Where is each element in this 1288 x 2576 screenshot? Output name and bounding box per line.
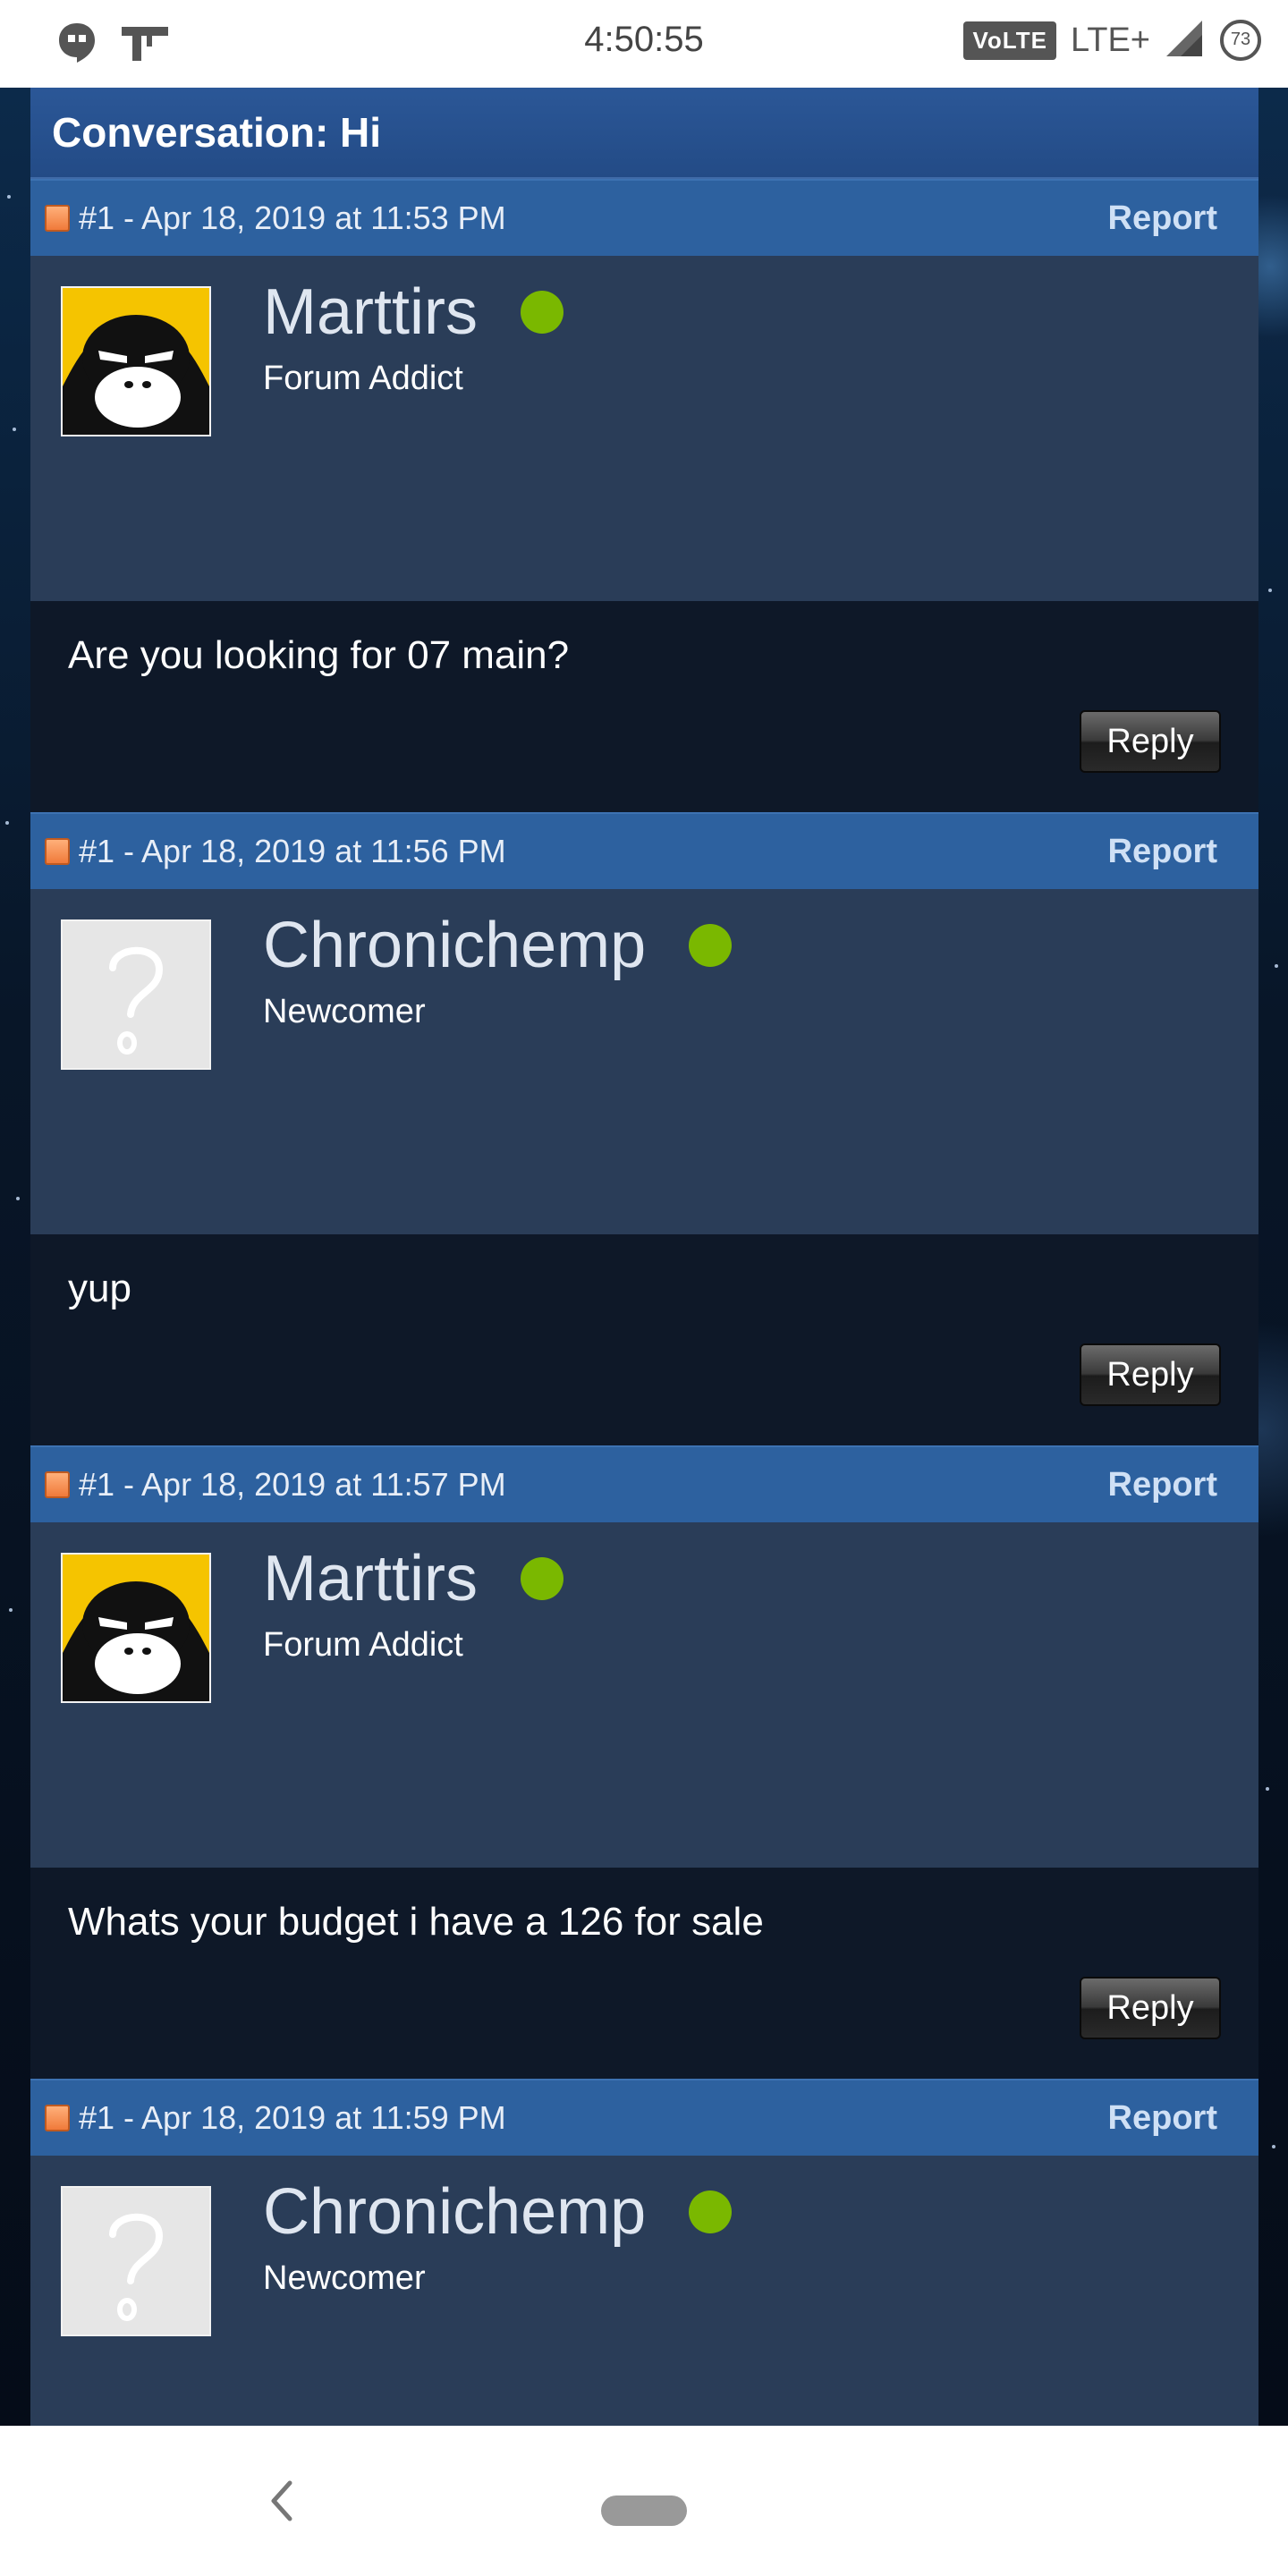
post-meta: #1 - Apr 18, 2019 at 11:59 PM [79,2099,506,2136]
username[interactable]: Marttirs [263,275,478,349]
user-title: Forum Addict [263,360,463,397]
conversation-panel: Conversation: Hi #1 - Apr 18, 2019 at 11… [30,88,1258,2426]
report-link[interactable]: Report [1108,1447,1217,1522]
online-status-icon [689,2190,733,2233]
post-header: #1 - Apr 18, 2019 at 11:56 PM Report [30,812,1258,889]
username[interactable]: Marttirs [263,1542,478,1615]
post-meta: #1 - Apr 18, 2019 at 11:56 PM [79,833,506,869]
online-status-icon [520,1557,564,1600]
post-header: #1 - Apr 18, 2019 at 11:53 PM Report [30,179,1258,256]
post-user-info: Marttirs Forum Addict [30,1522,1258,1868]
reply-button[interactable]: Reply [1080,1977,1221,2039]
post-icon [45,1471,70,1498]
post-icon [45,838,70,865]
question-mark-avatar[interactable] [61,2186,211,2336]
conversation-title: Conversation: Hi [30,88,1258,179]
online-status-icon [520,291,564,334]
post-user-info: Chronichemp Newcomer [30,889,1258,1234]
reply-button[interactable]: Reply [1080,710,1221,773]
gorilla-avatar[interactable] [61,1553,211,1703]
post-icon [45,2105,70,2131]
post-message: Are you looking for 07 main? [68,633,570,677]
username[interactable]: Chronichemp [263,909,646,982]
message-post: #1 - Apr 18, 2019 at 11:53 PM Report Mar… [30,179,1258,812]
back-icon[interactable] [265,2476,297,2530]
gorilla-avatar[interactable] [61,286,211,436]
post-meta: #1 - Apr 18, 2019 at 11:57 PM [79,1466,506,1503]
message-post: #1 - Apr 18, 2019 at 11:56 PM Report Chr… [30,812,1258,1445]
navigation-bar [0,2426,1288,2576]
post-body: Are you looking for 07 main? Reply [30,601,1258,812]
post-body: yup Reply [30,1234,1258,1445]
message-post: #1 - Apr 18, 2019 at 11:59 PM Report Chr… [30,2079,1258,2426]
online-status-icon [689,924,733,967]
post-message: Whats your budget i have a 126 for sale [68,1900,764,1944]
post-meta: #1 - Apr 18, 2019 at 11:53 PM [79,199,506,236]
battery-icon: 73 [1218,18,1263,63]
home-pill-icon[interactable] [601,2496,687,2526]
reply-button[interactable]: Reply [1080,1343,1221,1406]
user-title: Newcomer [263,993,426,1030]
post-user-info: Chronichemp Newcomer [30,2156,1258,2426]
network-type: LTE+ [1070,21,1150,59]
question-mark-avatar[interactable] [61,919,211,1070]
post-body: Whats your budget i have a 126 for sale … [30,1868,1258,2079]
post-icon [45,205,70,232]
user-title: Forum Addict [263,1626,463,1664]
username[interactable]: Chronichemp [263,2175,646,2249]
post-header: #1 - Apr 18, 2019 at 11:59 PM Report [30,2079,1258,2156]
user-title: Newcomer [263,2259,426,2297]
report-link[interactable]: Report [1108,181,1217,256]
post-header: #1 - Apr 18, 2019 at 11:57 PM Report [30,1445,1258,1522]
post-user-info: Marttirs Forum Addict [30,256,1258,601]
signal-icon [1165,19,1204,63]
status-bar: 4:50:55 VoLTE LTE+ 73 [0,0,1288,88]
post-message: yup [68,1267,131,1310]
battery-level: 73 [1230,30,1251,49]
message-post: #1 - Apr 18, 2019 at 11:57 PM Report Mar… [30,1445,1258,2079]
report-link[interactable]: Report [1108,814,1217,889]
report-link[interactable]: Report [1108,2080,1217,2156]
volte-badge: VoLTE [963,21,1056,60]
